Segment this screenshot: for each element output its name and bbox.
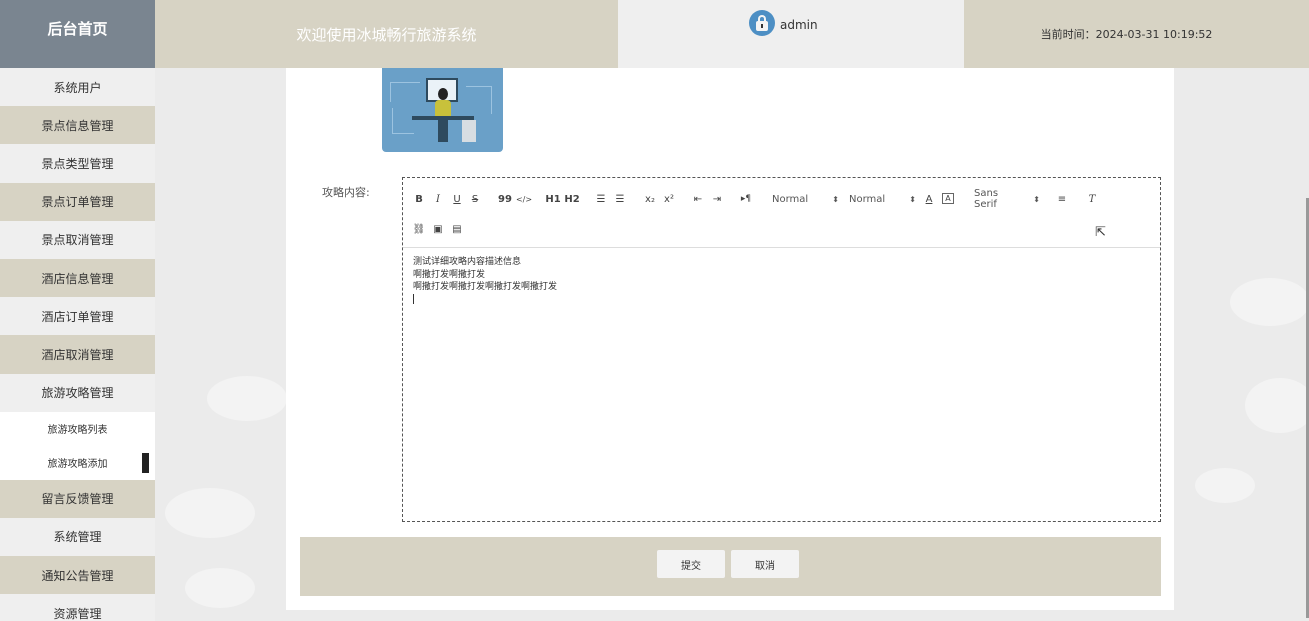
content-line: 啊撒打发啊撒打发啊撒打发啊撒打发 xyxy=(413,282,558,292)
rich-text-editor[interactable]: B I U S 99 </> H1 H2 ☰ ☰ x₂ x² ⇤ ⇥ ▸¶ No… xyxy=(402,177,1161,522)
top-header: 后台首页 欢迎使用冰城畅行旅游系统 admin 当前时间： 2024-03-31… xyxy=(0,0,1309,68)
superscript-button[interactable]: x² xyxy=(662,191,676,207)
active-marker xyxy=(142,452,149,473)
home-brand-link[interactable]: 后台首页 xyxy=(0,0,155,68)
sidebar-item-scenic-cancel[interactable]: 景点取消管理 xyxy=(0,220,155,259)
size-select[interactable]: Normal ⬍ xyxy=(772,191,839,207)
bg-bubble xyxy=(1245,378,1309,433)
strike-button[interactable]: S xyxy=(469,191,481,207)
code-block-button[interactable]: </> xyxy=(516,191,532,207)
sidebar-item-hotel-order[interactable]: 酒店订单管理 xyxy=(0,297,155,336)
sidebar-item-notice[interactable]: 通知公告管理 xyxy=(0,556,155,595)
font-select[interactable]: Sans Serif ⬍ xyxy=(974,188,1040,210)
align-icon[interactable]: ≡ xyxy=(1055,191,1069,207)
font-color-icon[interactable]: A xyxy=(923,191,935,207)
username[interactable]: admin xyxy=(780,18,818,32)
bg-bubble xyxy=(165,488,255,538)
time-label: 当前时间： xyxy=(1040,28,1096,41)
sidebar-item-system-users[interactable]: 系统用户 xyxy=(0,68,155,107)
welcome-banner: 欢迎使用冰城畅行旅游系统 xyxy=(155,0,618,68)
sidebar-item-feedback[interactable]: 留言反馈管理 xyxy=(0,479,155,518)
bg-bubble xyxy=(1230,278,1309,326)
bg-bubble xyxy=(185,568,255,608)
guide-image-preview xyxy=(382,68,503,152)
content-field-label: 攻略内容: xyxy=(322,186,370,199)
bullet-list-icon[interactable]: ☰ xyxy=(613,191,627,207)
sidebar-item-resource[interactable]: 资源管理 xyxy=(0,594,155,621)
ordered-list-icon[interactable]: ☰ xyxy=(594,191,608,207)
text-direction-button[interactable]: ▸¶ xyxy=(739,191,753,207)
submit-button[interactable]: 提交 xyxy=(657,550,725,578)
header-select[interactable]: Normal ⬍ xyxy=(849,191,916,207)
outdent-icon[interactable]: ⇤ xyxy=(691,191,705,207)
bg-bubble xyxy=(207,376,287,421)
video-icon[interactable]: ▤ xyxy=(451,221,463,237)
user-area[interactable]: admin xyxy=(618,0,964,68)
sidebar-item-scenic-order[interactable]: 景点订单管理 xyxy=(0,182,155,221)
form-card: 攻略内容: B I U S 99 </> H1 H2 ☰ ☰ x₂ x² ⇤ ⇥… xyxy=(286,68,1174,610)
lock-avatar-icon[interactable] xyxy=(749,10,775,36)
current-time: 当前时间： 2024-03-31 10:19:52 xyxy=(964,0,1309,68)
mouse-cursor-icon: ⇱ xyxy=(1095,225,1106,240)
indent-icon[interactable]: ⇥ xyxy=(710,191,724,207)
clear-format-icon[interactable]: T xyxy=(1085,191,1099,207)
sidebar-item-hotel-cancel[interactable]: 酒店取消管理 xyxy=(0,335,155,374)
cancel-button[interactable]: 取消 xyxy=(731,550,799,578)
sidebar-subitem-guide-list[interactable]: 旅游攻略列表 xyxy=(0,411,155,446)
h1-button[interactable]: H1 xyxy=(545,191,561,207)
time-value: 2024-03-31 10:19:52 xyxy=(1095,27,1213,41)
sidebar-item-travel-guide[interactable]: 旅游攻略管理 xyxy=(0,373,155,412)
form-actions: 提交 取消 xyxy=(300,537,1161,596)
main-content: 攻略内容: B I U S 99 </> H1 H2 ☰ ☰ x₂ x² ⇤ ⇥… xyxy=(155,68,1309,621)
text-caret xyxy=(413,294,414,304)
background-color-icon[interactable]: A xyxy=(942,193,954,204)
editor-content[interactable]: 测试详细攻略内容描述信息 啊撒打发啊撒打发 啊撒打发啊撒打发啊撒打发啊撒打发 xyxy=(413,256,557,294)
italic-button[interactable]: I xyxy=(432,191,444,207)
sidebar-item-scenic-info[interactable]: 景点信息管理 xyxy=(0,106,155,145)
bold-button[interactable]: B xyxy=(413,191,425,207)
subscript-button[interactable]: x₂ xyxy=(643,191,657,207)
underline-button[interactable]: U xyxy=(451,191,463,207)
h2-button[interactable]: H2 xyxy=(564,191,580,207)
blockquote-button[interactable]: 99 xyxy=(498,191,512,207)
size-select-value: Normal xyxy=(772,193,809,205)
sidebar-item-system[interactable]: 系统管理 xyxy=(0,517,155,557)
content-line: 测试详细攻略内容描述信息 xyxy=(413,257,522,267)
sidebar-item-scenic-type[interactable]: 景点类型管理 xyxy=(0,144,155,183)
sidebar: 系统用户 景点信息管理 景点类型管理 景点订单管理 景点取消管理 酒店信息管理 … xyxy=(0,68,155,621)
sidebar-subitem-guide-add[interactable]: 旅游攻略添加 xyxy=(0,445,155,480)
image-icon[interactable]: ▣ xyxy=(432,221,444,237)
sidebar-subitem-label: 旅游攻略添加 xyxy=(47,459,108,471)
bg-bubble xyxy=(1195,468,1255,503)
content-line: 啊撒打发啊撒打发 xyxy=(413,269,486,280)
link-icon[interactable]: ⛓ xyxy=(413,221,426,237)
editor-toolbar: B I U S 99 </> H1 H2 ☰ ☰ x₂ x² ⇤ ⇥ ▸¶ No… xyxy=(403,178,1160,248)
header-select-value: Normal xyxy=(849,193,886,205)
font-select-value: Sans Serif xyxy=(974,188,999,210)
sidebar-item-hotel-info[interactable]: 酒店信息管理 xyxy=(0,258,155,298)
